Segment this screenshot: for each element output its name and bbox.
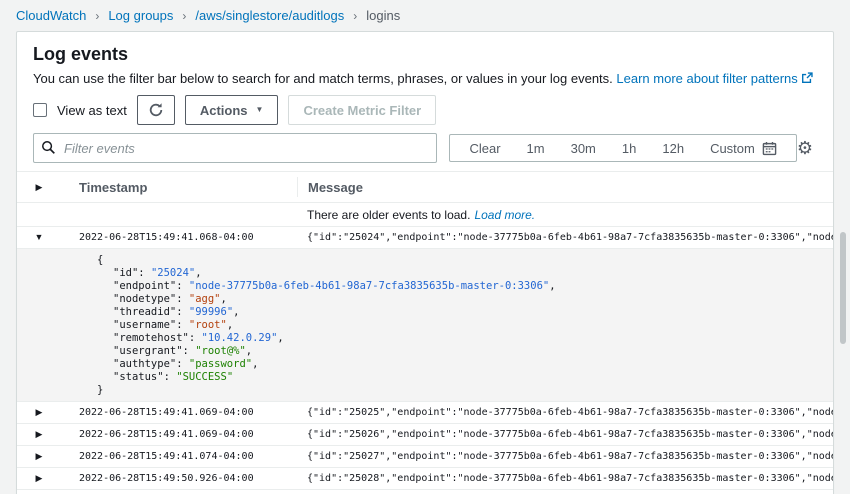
json-key: usergrant [113, 345, 195, 357]
table-row[interactable]: ▶ 2022-06-28T15:49:41.069-04:00 {"id":"2… [17, 424, 833, 446]
json-key: remotehost [113, 332, 202, 344]
external-link-icon [801, 72, 813, 84]
expand-all-icon[interactable]: ▶ [36, 183, 43, 192]
range-30m-button[interactable]: 30m [558, 141, 609, 156]
actions-button[interactable]: Actions ▼ [185, 95, 279, 125]
json-field-authtype: authtypepassword [97, 358, 817, 371]
expand-row-icon[interactable]: ▶ [36, 452, 43, 461]
json-field-nodetype: nodetypeagg [97, 293, 817, 306]
row-timestamp: 2022-06-28T15:49:41.069-04:00 [61, 407, 297, 418]
caret-down-icon: ▼ [256, 106, 264, 114]
json-value: SUCCESS [176, 371, 233, 383]
json-field-usergrant: usergrantroot@% [97, 345, 817, 358]
range-12h-button[interactable]: 12h [649, 141, 697, 156]
filter-bar: Clear 1m 30m 1h 12h Custom ⚙ [33, 133, 817, 163]
timestamp-column-header[interactable]: Timestamp [61, 180, 297, 195]
json-field-threadid: threadid99996 [97, 306, 817, 319]
json-key: nodetype [113, 293, 189, 305]
clear-button[interactable]: Clear [456, 141, 513, 156]
breadcrumb-link-cloudwatch[interactable]: CloudWatch [16, 8, 86, 24]
chevron-right-icon: › [182, 8, 186, 24]
expand-row-icon[interactable]: ▶ [36, 430, 43, 439]
json-key: authtype [113, 358, 189, 370]
json-value: password [189, 358, 252, 370]
expanded-log-detail: { id25024 endpointnode-37775b0a-6feb-4b6… [17, 249, 833, 402]
json-key: endpoint [113, 280, 189, 292]
view-as-text-label: View as text [57, 103, 127, 118]
json-value: 10.42.0.29 [202, 332, 278, 344]
json-value: 99996 [189, 306, 233, 318]
json-field-username: usernameroot [97, 319, 817, 332]
table-row[interactable]: ▶ 2022-06-28T15:49:50.926-04:00 {"id":"2… [17, 468, 833, 490]
row-message: {"id":"25027","endpoint":"node-37775b0a-… [297, 451, 833, 462]
json-key: username [113, 319, 189, 331]
json-field-endpoint: endpointnode-37775b0a-6feb-4b61-98a7-7cf… [97, 280, 817, 293]
vertical-scrollbar[interactable] [840, 232, 846, 344]
json-key: status [113, 371, 176, 383]
refresh-button[interactable] [137, 95, 175, 125]
gear-icon[interactable]: ⚙ [797, 139, 817, 157]
json-close-brace: } [97, 384, 817, 397]
table-row[interactable]: ▶ 2022-06-28T15:49:41.074-04:00 {"id":"2… [17, 446, 833, 468]
log-events-panel: Log events You can use the filter bar be… [16, 31, 834, 494]
json-key: id [113, 267, 151, 279]
time-range-group: Clear 1m 30m 1h 12h Custom [449, 134, 796, 162]
page-description: You can use the filter bar below to sear… [33, 71, 613, 86]
json-value: agg [189, 293, 221, 305]
row-timestamp: 2022-06-28T15:49:50.926-04:00 [61, 473, 297, 484]
breadcrumb: CloudWatch › Log groups › /aws/singlesto… [0, 0, 850, 31]
row-message: {"id":"25024","endpoint":"node-37775b0a-… [297, 232, 833, 243]
collapse-row-icon[interactable]: ▼ [35, 233, 44, 242]
page-title: Log events [33, 44, 817, 64]
json-value: node-37775b0a-6feb-4b61-98a7-7cfa3835635… [189, 280, 549, 292]
chevron-right-icon: › [353, 8, 357, 24]
message-column-header[interactable]: Message [298, 180, 833, 195]
search-icon [41, 140, 56, 155]
json-value: 25024 [151, 267, 195, 279]
log-events-table: ▶ Timestamp Message There are older even… [17, 171, 833, 494]
row-timestamp: 2022-06-28T15:49:41.068-04:00 [61, 232, 297, 243]
json-value: root [189, 319, 227, 331]
load-more-row: There are older events to load. Load mor… [17, 203, 833, 227]
json-field-remotehost: remotehost10.42.0.29 [97, 332, 817, 345]
row-message: {"id":"25028","endpoint":"node-37775b0a-… [297, 473, 833, 484]
breadcrumb-link-log-group[interactable]: /aws/singlestore/auditlogs [195, 8, 344, 24]
json-key: threadid [113, 306, 189, 318]
refresh-icon [148, 102, 164, 118]
table-row[interactable]: ▶ 2022-06-28T15:49:50.954-04:00 {"id":"2… [17, 490, 833, 494]
create-metric-filter-button[interactable]: Create Metric Filter [288, 95, 436, 125]
calendar-icon [762, 141, 777, 156]
row-timestamp: 2022-06-28T15:49:41.074-04:00 [61, 451, 297, 462]
expand-row-icon[interactable]: ▶ [36, 408, 43, 417]
actions-label: Actions [200, 103, 248, 118]
json-field-id: id25024 [97, 267, 817, 280]
row-timestamp: 2022-06-28T15:49:41.069-04:00 [61, 429, 297, 440]
json-field-status: statusSUCCESS [97, 371, 817, 384]
json-value: root@% [195, 345, 246, 357]
table-header: ▶ Timestamp Message [17, 171, 833, 203]
range-1m-button[interactable]: 1m [514, 141, 558, 156]
table-row-expanded[interactable]: ▼ 2022-06-28T15:49:41.068-04:00 {"id":"2… [17, 227, 833, 249]
table-row[interactable]: ▶ 2022-06-28T15:49:41.069-04:00 {"id":"2… [17, 402, 833, 424]
custom-range-button[interactable]: Custom [697, 141, 790, 156]
search-box [33, 133, 437, 163]
row-message: {"id":"25025","endpoint":"node-37775b0a-… [297, 407, 833, 418]
view-as-text-checkbox[interactable] [33, 103, 47, 117]
toolbar: View as text Actions ▼ Create Metric Fil… [33, 95, 817, 125]
json-open-brace: { [97, 254, 817, 267]
chevron-right-icon: › [95, 8, 99, 24]
learn-more-link[interactable]: Learn more about filter patterns [616, 71, 797, 86]
breadcrumb-link-log-groups[interactable]: Log groups [108, 8, 173, 24]
older-events-text: There are older events to load. [297, 208, 470, 222]
filter-events-input[interactable] [33, 133, 437, 163]
row-message: {"id":"25026","endpoint":"node-37775b0a-… [297, 429, 833, 440]
breadcrumb-current: logins [366, 8, 400, 24]
expand-row-icon[interactable]: ▶ [36, 474, 43, 483]
load-more-link[interactable]: Load more. [474, 208, 535, 222]
custom-range-label: Custom [710, 141, 755, 156]
range-1h-button[interactable]: 1h [609, 141, 649, 156]
